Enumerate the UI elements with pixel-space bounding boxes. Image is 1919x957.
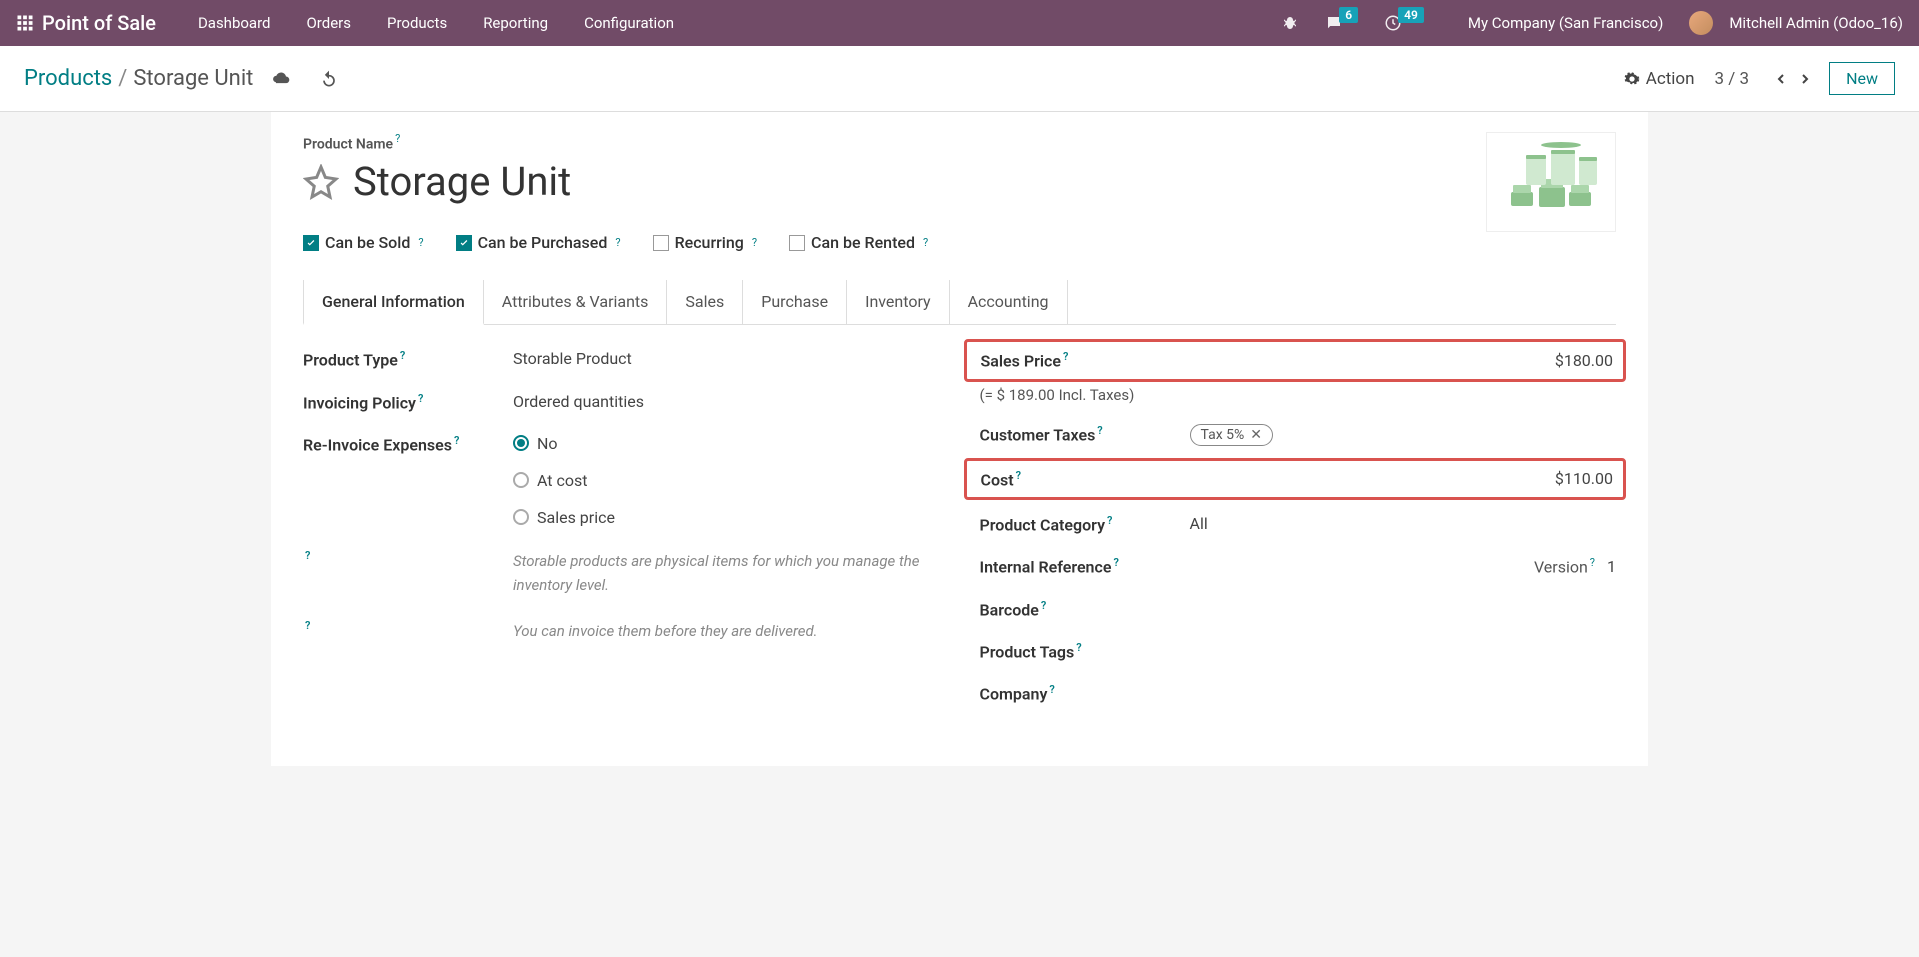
product-name-label: Product Name bbox=[303, 136, 393, 152]
sales-price-label: Sales Price bbox=[981, 352, 1061, 371]
tabs: General Information Attributes & Variant… bbox=[303, 280, 1616, 325]
help-icon[interactable]: ? bbox=[923, 236, 928, 249]
help-icon[interactable]: ? bbox=[418, 392, 423, 405]
avatar bbox=[1689, 11, 1713, 35]
next-icon[interactable] bbox=[1797, 71, 1813, 87]
product-name-input[interactable]: Storage Unit bbox=[353, 158, 571, 205]
top-navbar: Point of Sale Dashboard Orders Products … bbox=[0, 0, 1919, 46]
control-bar: Products / Storage Unit Action 3 / 3 New bbox=[0, 46, 1919, 112]
company-switcher[interactable]: My Company (San Francisco) bbox=[1468, 14, 1663, 32]
breadcrumb-sep: / bbox=[118, 66, 127, 91]
help-icon[interactable]: ? bbox=[752, 236, 757, 249]
tab-sales[interactable]: Sales bbox=[667, 280, 743, 324]
nav-products[interactable]: Products bbox=[373, 8, 461, 38]
help-icon[interactable]: ? bbox=[418, 236, 423, 249]
category-value[interactable]: All bbox=[1190, 514, 1617, 533]
help-icon[interactable]: ? bbox=[400, 349, 405, 362]
brand-title[interactable]: Point of Sale bbox=[42, 11, 156, 35]
category-label: Product Category bbox=[980, 515, 1106, 534]
action-label: Action bbox=[1646, 69, 1695, 89]
product-type-label: Product Type bbox=[303, 351, 398, 370]
sales-price-value[interactable]: $180.00 bbox=[1555, 351, 1613, 370]
checkbox-can-be-rented[interactable]: Can be Rented? bbox=[789, 233, 928, 252]
cost-label: Cost bbox=[981, 470, 1014, 489]
storage-boxes-icon bbox=[1491, 137, 1611, 227]
form-sheet: Product Name? Storage Unit Can be Sold? … bbox=[271, 112, 1648, 766]
messages-button[interactable]: 6 bbox=[1325, 14, 1358, 32]
tab-accounting[interactable]: Accounting bbox=[950, 280, 1068, 324]
product-type-value[interactable]: Storable Product bbox=[513, 349, 940, 368]
breadcrumb-root[interactable]: Products bbox=[24, 66, 112, 91]
barcode-label: Barcode bbox=[980, 600, 1039, 619]
help-icon[interactable]: ? bbox=[1041, 599, 1046, 612]
company-label: Company bbox=[980, 685, 1048, 704]
radio-sales-price[interactable]: Sales price bbox=[513, 508, 940, 527]
tax-chip[interactable]: Tax 5%✕ bbox=[1190, 424, 1273, 446]
help-text-invoice: You can invoice them before they are del… bbox=[513, 619, 940, 643]
breadcrumb-current: Storage Unit bbox=[133, 66, 253, 91]
help-icon[interactable]: ? bbox=[1097, 424, 1102, 437]
help-icon[interactable]: ? bbox=[615, 236, 620, 249]
nav-orders[interactable]: Orders bbox=[292, 8, 365, 38]
tab-attributes-variants[interactable]: Attributes & Variants bbox=[484, 280, 668, 324]
version-value[interactable]: 1 bbox=[1607, 557, 1616, 576]
incl-taxes: (= $ 189.00 Incl. Taxes) bbox=[980, 386, 1617, 404]
help-icon[interactable]: ? bbox=[1590, 556, 1595, 569]
sales-price-highlight: Sales Price? $180.00 bbox=[964, 339, 1627, 381]
remove-tax-icon[interactable]: ✕ bbox=[1250, 427, 1262, 443]
user-menu[interactable]: Mitchell Admin (Odoo_16) bbox=[1729, 14, 1903, 32]
tab-purchase[interactable]: Purchase bbox=[743, 280, 847, 324]
help-icon[interactable]: ? bbox=[1113, 556, 1118, 569]
nav-reporting[interactable]: Reporting bbox=[469, 8, 562, 38]
help-icon[interactable]: ? bbox=[1016, 469, 1021, 482]
help-icon[interactable]: ? bbox=[1076, 641, 1081, 654]
help-icon[interactable]: ? bbox=[1107, 514, 1112, 527]
tab-general-information[interactable]: General Information bbox=[303, 280, 484, 325]
activities-badge: 49 bbox=[1398, 7, 1424, 23]
product-image[interactable] bbox=[1486, 132, 1616, 232]
checkbox-recurring[interactable]: Recurring? bbox=[653, 233, 757, 252]
invoicing-policy-label: Invoicing Policy bbox=[303, 393, 416, 412]
nav-dashboard[interactable]: Dashboard bbox=[184, 8, 285, 38]
prev-icon[interactable] bbox=[1773, 71, 1789, 87]
cost-value[interactable]: $110.00 bbox=[1555, 469, 1613, 488]
invoicing-policy-value[interactable]: Ordered quantities bbox=[513, 392, 940, 411]
help-text-storable: Storable products are physical items for… bbox=[513, 549, 940, 597]
version-label: Version bbox=[1534, 558, 1588, 577]
help-icon[interactable]: ? bbox=[1049, 683, 1054, 696]
customer-taxes-label: Customer Taxes bbox=[980, 425, 1096, 444]
internal-ref-label: Internal Reference bbox=[980, 558, 1112, 577]
help-icon[interactable]: ? bbox=[1063, 350, 1068, 363]
discard-icon[interactable] bbox=[319, 69, 339, 89]
help-icon[interactable]: ? bbox=[454, 434, 459, 447]
help-icon[interactable]: ? bbox=[305, 549, 310, 562]
tags-label: Product Tags bbox=[980, 642, 1075, 661]
checkbox-can-be-sold[interactable]: Can be Sold? bbox=[303, 233, 424, 252]
action-menu[interactable]: Action bbox=[1624, 69, 1695, 89]
radio-no[interactable]: No bbox=[513, 434, 940, 453]
checkbox-can-be-purchased[interactable]: Can be Purchased? bbox=[456, 233, 621, 252]
nav-configuration[interactable]: Configuration bbox=[570, 8, 688, 38]
check-icon bbox=[459, 238, 469, 248]
cost-highlight: Cost? $110.00 bbox=[964, 458, 1627, 500]
new-button[interactable]: New bbox=[1829, 62, 1895, 95]
reinvoice-label: Re-Invoice Expenses bbox=[303, 435, 452, 454]
help-icon[interactable]: ? bbox=[305, 619, 310, 632]
save-cloud-icon[interactable] bbox=[271, 69, 291, 89]
apps-icon[interactable] bbox=[16, 14, 34, 32]
favorite-star-icon[interactable] bbox=[303, 164, 339, 200]
pager[interactable]: 3 / 3 bbox=[1715, 69, 1750, 89]
bug-icon[interactable] bbox=[1281, 14, 1299, 32]
left-column: Product Type? Storable Product Invoicing… bbox=[303, 349, 940, 725]
radio-at-cost[interactable]: At cost bbox=[513, 471, 940, 490]
right-column: Sales Price? $180.00 (= $ 189.00 Incl. T… bbox=[980, 349, 1617, 725]
tab-inventory[interactable]: Inventory bbox=[847, 280, 950, 324]
gear-icon bbox=[1624, 71, 1640, 87]
check-icon bbox=[306, 238, 316, 248]
messages-badge: 6 bbox=[1339, 7, 1358, 23]
activities-button[interactable]: 49 bbox=[1384, 14, 1424, 32]
help-icon[interactable]: ? bbox=[395, 132, 400, 145]
